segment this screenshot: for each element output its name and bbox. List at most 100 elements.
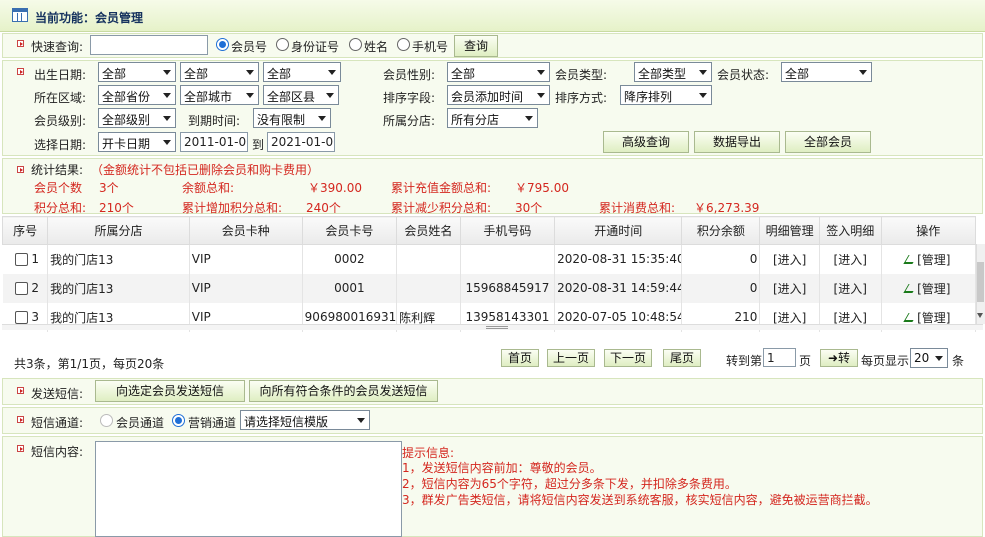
row-checkbox[interactable] — [14, 311, 28, 324]
manage-link[interactable]: [管理] — [917, 282, 950, 296]
send-all-button[interactable]: 向所有符合条件的会员发送短信 — [249, 380, 438, 402]
per-page-select[interactable]: 20 — [910, 348, 948, 368]
radio-marketing-channel[interactable] — [172, 414, 185, 427]
member-type-select[interactable]: 全部类型 — [634, 62, 712, 82]
send-sms-label: 发送短信: — [31, 387, 84, 401]
send-selected-button[interactable]: 向选定会员发送短信 — [95, 380, 245, 402]
go-button[interactable]: ➜转 — [820, 349, 858, 367]
consume-value: ￥6,273.39 — [694, 201, 760, 215]
bullet-arrow-icon — [17, 68, 24, 75]
all-members-button[interactable]: 全部会员 — [785, 131, 871, 153]
row-no: 1 — [31, 252, 39, 267]
row-checkbox[interactable] — [14, 253, 28, 267]
per-page-label: 每页显示 — [861, 354, 910, 368]
member-table: 序号 所属分店 会员卡种 会员卡号 会员姓名 手机号码 开通时间 积分余额 明细… — [1, 216, 976, 332]
radio-id-card[interactable] — [276, 38, 289, 51]
date-to-input[interactable]: 2021-01-06 — [267, 132, 335, 152]
marketing-channel-label: 营销通道 — [188, 416, 237, 430]
sort-field-select[interactable]: 会员添加时间 — [447, 85, 550, 105]
gender-label: 会员性别: — [383, 68, 436, 82]
cell-open-time: 2020-08-31 15:35:40 — [554, 244, 683, 274]
pencil-icon — [903, 312, 918, 322]
member-type-label: 会员类型: — [555, 68, 608, 82]
export-button[interactable]: 数据导出 — [694, 131, 780, 153]
sms-template-select[interactable]: 请选择短信模版 — [240, 410, 370, 430]
splitter-grip-icon[interactable] — [486, 326, 508, 329]
birth-year-select[interactable]: 全部 — [98, 62, 176, 82]
province-select[interactable]: 全部省份 — [98, 85, 176, 105]
sort-field-label: 排序字段: — [383, 91, 436, 105]
date-to-label: 到 — [252, 138, 265, 152]
col-header[interactable]: 手机号码 — [459, 216, 556, 245]
first-page-button[interactable]: 首页 — [501, 349, 539, 367]
level-select[interactable]: 全部级别 — [98, 108, 176, 128]
sms-content-textarea[interactable] — [95, 441, 402, 537]
expire-label: 到期时间: — [188, 114, 241, 128]
birth-day-select[interactable]: 全部 — [263, 62, 341, 82]
col-header[interactable]: 明细管理 — [759, 216, 820, 245]
scroll-down-icon[interactable] — [977, 313, 983, 318]
recharge-value: ￥795.00 — [515, 181, 569, 195]
table-row: 2 我的门店13 VIP 0001 15968845917 2020-08-31… — [2, 273, 976, 303]
prev-page-button[interactable]: 上一页 — [547, 349, 595, 367]
branch-select[interactable]: 所有分店 — [447, 108, 538, 128]
birth-month-select[interactable]: 全部 — [180, 62, 259, 82]
col-header[interactable]: 会员卡号 — [301, 216, 398, 245]
member-channel-label: 会员通道 — [116, 416, 165, 430]
quick-search-label: 快速查询: — [31, 40, 84, 54]
member-status-label: 会员状态: — [717, 68, 770, 82]
sort-order-label: 排序方式: — [555, 91, 608, 105]
goto-page-input[interactable]: 1 — [763, 348, 796, 367]
cell-card-no: 0002 — [302, 244, 398, 274]
cell-name — [396, 273, 461, 303]
col-header[interactable]: 操作 — [880, 216, 976, 245]
date-type-select[interactable]: 开卡日期 — [98, 132, 176, 152]
radio-member-no[interactable] — [216, 38, 229, 51]
last-page-button[interactable]: 尾页 — [663, 349, 701, 367]
col-header[interactable]: 所属分店 — [47, 216, 190, 245]
col-header[interactable]: 会员姓名 — [396, 216, 461, 245]
bullet-arrow-icon — [17, 40, 24, 47]
region-label: 所在区域: — [34, 91, 87, 105]
date-from-input[interactable]: 2011-01-06 — [180, 132, 248, 152]
quick-query-button[interactable]: 查询 — [454, 35, 498, 57]
member-status-select[interactable]: 全部 — [781, 62, 872, 82]
expire-select[interactable]: 没有限制 — [253, 108, 331, 128]
goto-label: 转到第 — [726, 354, 763, 368]
birth-date-label: 出生日期: — [34, 68, 87, 82]
recharge-label: 累计充值金额总和: — [391, 181, 492, 195]
page-title: 当前功能：会员管理 — [35, 11, 144, 25]
title-bar — [0, 0, 985, 32]
manage-link[interactable]: [管理] — [917, 253, 950, 267]
col-header[interactable]: 序号 — [1, 216, 49, 245]
bullet-arrow-icon — [17, 166, 24, 173]
col-header[interactable]: 签入明细 — [818, 216, 882, 245]
city-select[interactable]: 全部城市 — [180, 85, 259, 105]
detail-link[interactable]: [进入] — [759, 273, 820, 303]
radio-member-channel[interactable] — [100, 414, 113, 427]
tip-line-2: 2，短信内容为65个字符，超过分多条下发，并扣除多条费用。 — [402, 477, 737, 491]
col-header[interactable]: 会员卡种 — [188, 216, 303, 245]
radio-phone[interactable] — [397, 38, 410, 51]
date-select-label: 选择日期: — [34, 138, 87, 152]
advanced-query-button[interactable]: 高级查询 — [603, 131, 689, 153]
radio-phone-label: 手机号 — [412, 40, 449, 54]
sub-points-label: 累计减少积分总和: — [391, 201, 492, 215]
scrollbar-thumb[interactable] — [977, 262, 984, 302]
checkin-link[interactable]: [进入] — [819, 273, 882, 303]
row-no: 2 — [31, 281, 39, 295]
district-select[interactable]: 全部区县 — [263, 85, 339, 105]
col-header[interactable]: 积分余额 — [681, 216, 761, 245]
radio-name[interactable] — [349, 38, 362, 51]
detail-link[interactable]: [进入] — [759, 244, 820, 274]
stats-note: （金额统计不包括已删除会员和购卡费用） — [91, 163, 320, 177]
row-checkbox[interactable] — [14, 282, 28, 295]
next-page-button[interactable]: 下一页 — [604, 349, 652, 367]
checkin-link[interactable]: [进入] — [819, 244, 882, 274]
manage-link[interactable]: [管理] — [917, 311, 950, 325]
sort-order-select[interactable]: 降序排列 — [620, 85, 712, 105]
quick-search-input[interactable] — [90, 35, 208, 55]
col-header[interactable]: 开通时间 — [554, 216, 683, 245]
bullet-arrow-icon — [17, 416, 24, 423]
gender-select[interactable]: 全部 — [447, 62, 550, 82]
